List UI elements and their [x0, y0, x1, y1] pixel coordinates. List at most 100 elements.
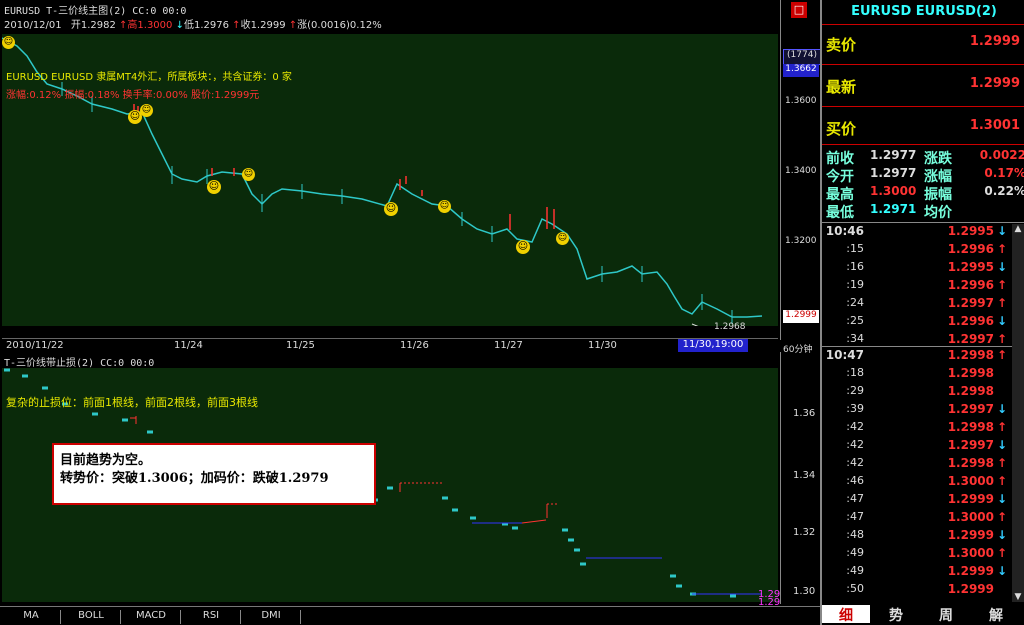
sell-price: 1.2999	[969, 34, 1020, 49]
tick-row: :24 1.2997 ↑	[824, 296, 1020, 314]
security-info-text: EURUSD EURUSD 隶属MT4外汇，所属板块：，共含证券：0 家	[6, 72, 292, 83]
tick-row: :29 1.2998	[824, 384, 1020, 402]
date-label: 11/26	[400, 340, 429, 351]
tick-row: 10:47 1.2998 ↑	[824, 348, 1020, 366]
tick-scrollbar[interactable]: ▲ ▼	[1012, 224, 1024, 602]
arrow-up-icon: ↑	[996, 420, 1008, 434]
trend-status-text: 目前趋势为空。	[60, 453, 152, 468]
tick-row: :19 1.2996 ↑	[824, 278, 1020, 296]
smiley-icon: ☺	[2, 36, 15, 49]
stat-row: 今开 1.2977 涨幅 0.17%	[826, 166, 1024, 185]
tick-time: :42	[846, 438, 864, 451]
date-label: 2010/11/22	[6, 340, 64, 351]
change-value: (0.0016)0.12%	[307, 20, 382, 31]
tick-price: 1.2998	[947, 420, 994, 434]
tab-detail[interactable]: 细	[822, 605, 870, 624]
tick-time: :48	[846, 528, 864, 541]
tab-ma[interactable]: MA	[2, 610, 61, 624]
tick-time: :42	[846, 456, 864, 469]
tick-price: 1.2998	[947, 366, 994, 380]
main-chart-title: EURUSD T-三价线主图(2) CC:0 00:0	[4, 6, 187, 17]
arrow-up-icon: ↑	[996, 546, 1008, 560]
tick-row: :25 1.2996 ↓	[824, 314, 1020, 332]
tick-time: :29	[846, 384, 864, 397]
tick-time: :47	[846, 492, 864, 505]
arrow-up-icon: ↑	[996, 474, 1008, 488]
stoploss-lines	[472, 522, 762, 595]
stats-block: 前收 1.2977 涨跌 0.0022 今开 1.2977 涨幅 0.17% 最…	[826, 148, 1024, 221]
indicator-title: T-三价线带止损(2) CC:0 00:0	[4, 358, 155, 369]
tab-rsi[interactable]: RSI	[182, 610, 241, 624]
tab-explain[interactable]: 解	[972, 605, 1020, 624]
tick-time: :39	[846, 402, 864, 415]
indicator-tick: 1.30	[793, 586, 816, 597]
tick-list-1047: 10:47 1.2998 ↑:18 1.2998:29 1.2998:39 1.2997 ↓…	[824, 348, 1020, 600]
bar-count-badge: (1774)	[783, 49, 821, 65]
stat-row: 最高 1.3000 振幅 0.22%	[826, 184, 1024, 203]
tick-price: 1.2999	[947, 492, 994, 506]
latest-price-row: 最新 1.2999	[826, 76, 1020, 96]
tick-price: 1.2997	[947, 332, 994, 346]
tick-row: :50 1.2999	[824, 582, 1020, 600]
tick-price: 1.2999	[947, 582, 994, 596]
arrow-down-icon: ↓	[996, 438, 1008, 452]
tick-time: :25	[846, 314, 864, 327]
scroll-up-icon[interactable]: ▲	[1012, 224, 1024, 234]
scroll-down-icon[interactable]: ▼	[1012, 592, 1024, 602]
tick-row: :42 1.2998 ↑	[824, 420, 1020, 438]
stat-row: 前收 1.2977 涨跌 0.0022	[826, 148, 1024, 167]
arrow-down-icon: ↓	[996, 260, 1008, 274]
tick-time: 10:46	[825, 224, 864, 238]
close-value: 1.2999	[250, 20, 286, 31]
arrow-up-icon: ↑	[996, 510, 1008, 524]
tab-boll[interactable]: BOLL	[62, 610, 121, 624]
date-axis: 2010/11/22 11/24 11/25 11/26 11/27 11/30…	[2, 338, 778, 353]
indicator-tick: 1.34	[793, 470, 816, 481]
tick-row: :47 1.3000 ↑	[824, 510, 1020, 528]
tab-trend[interactable]: 势	[872, 605, 920, 624]
close-chart-icon[interactable]: □	[791, 2, 807, 18]
tick-row: :16 1.2995 ↓	[824, 260, 1020, 278]
latest-price: 1.2999	[969, 76, 1020, 91]
tab-week[interactable]: 周	[922, 605, 970, 624]
price-bars	[61, 82, 733, 324]
sell-price-row: 卖价 1.2999	[826, 34, 1020, 54]
open-value: 1.2982	[80, 20, 116, 31]
tick-row: :49 1.3000 ↑	[824, 546, 1020, 564]
cursor-date-badge: 11/30,19:00	[678, 339, 748, 352]
current-price-badge: 1.2999	[783, 310, 819, 323]
tick-time: :50	[846, 582, 864, 595]
indicator-subtitle: 复杂的止损位：前面1根线，前面2根线，前面3根线	[6, 396, 258, 409]
tick-row: :42 1.2997 ↓	[824, 438, 1020, 456]
tick-time: :16	[846, 260, 864, 273]
tab-dmi[interactable]: DMI	[242, 610, 301, 624]
tick-price: 1.2997	[947, 296, 994, 310]
price-tick: 1.3400	[785, 166, 817, 176]
tick-time: :24	[846, 296, 864, 309]
date-label: 11/27	[494, 340, 523, 351]
tick-row: :42 1.2998 ↑	[824, 456, 1020, 474]
arrow-up-icon: ↑	[996, 332, 1008, 346]
tick-price: 1.2996	[947, 278, 994, 292]
tick-row: :49 1.2999 ↓	[824, 564, 1020, 582]
arrow-up-icon: ↑	[996, 242, 1008, 256]
tick-price: 1.3000	[947, 474, 994, 488]
quote-panel: EURUSD EURUSD(2) 卖价 1.2999 最新 1.2999 买价 …	[820, 0, 1024, 625]
tick-price: 1.2997	[947, 438, 994, 452]
main-price-chart[interactable]: ☺ ☺ ☺ ☺ ☺ ☺ ☺ ☺ ☺ EURUSD EURUSD 隶属MT4外汇，…	[2, 34, 778, 332]
ohlc-line: 2010/12/01 开1.2982 ↑高1.3000 ↓低1.2976 ↑收1…	[4, 20, 382, 31]
tick-price: 1.2999	[947, 528, 994, 542]
main-chart-header: EURUSD T-三价线主图(2) CC:0 00:0 2010/12/01 开…	[0, 0, 780, 32]
low-price-marker: 1.2968	[714, 322, 746, 332]
date-label: 11/25	[286, 340, 315, 351]
tick-row: :48 1.2999 ↓	[824, 528, 1020, 546]
date-label: 11/30	[588, 340, 617, 351]
indicator-tick: 1.32	[793, 527, 816, 538]
tick-price: 1.2998	[947, 384, 994, 398]
tab-macd[interactable]: MACD	[122, 610, 181, 624]
tick-row: :15 1.2996 ↑	[824, 242, 1020, 260]
tick-time: :49	[846, 564, 864, 577]
smiley-icon: ☺	[384, 202, 398, 216]
indicator-tab-bar: MA BOLL MACD RSI DMI	[0, 606, 820, 625]
indicator-axis: 1.36 1.34 1.32 1.30	[780, 352, 821, 604]
